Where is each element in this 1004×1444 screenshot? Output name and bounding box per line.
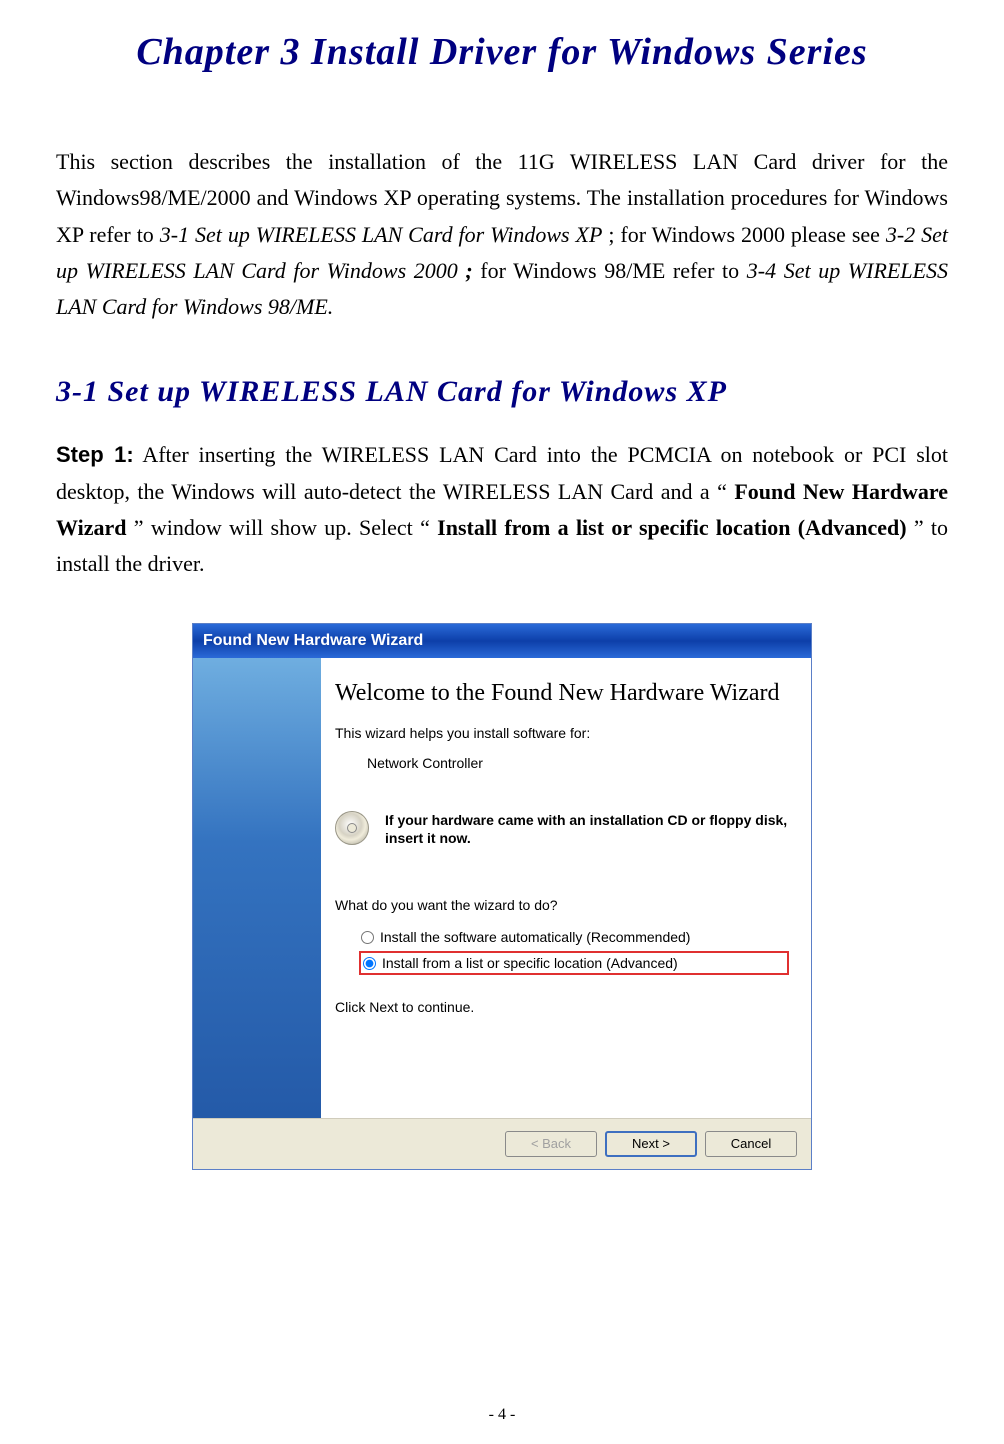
- wizard-cd-instruction: If your hardware came with an installati…: [385, 811, 789, 847]
- wizard-help-text: This wizard helps you install software f…: [335, 725, 789, 741]
- wizard-question: What do you want the wizard to do?: [335, 897, 789, 913]
- step-text: ” window will show up. Select “: [134, 515, 430, 540]
- intro-text: for Windows 98/ME refer to: [480, 258, 746, 283]
- intro-text: ; for Windows 2000 please see: [608, 222, 886, 247]
- wizard-title: Found New Hardware Wizard: [203, 632, 423, 650]
- radio-auto-install[interactable]: Install the software automatically (Reco…: [359, 927, 789, 947]
- step-label: Step 1:: [56, 442, 134, 467]
- section-title: 3-1 Set up WIRELESS LAN Card for Windows…: [56, 375, 948, 409]
- radio-auto-label: Install the software automatically (Reco…: [380, 929, 690, 945]
- cd-icon: [335, 811, 377, 853]
- wizard-heading: Welcome to the Found New Hardware Wizard: [335, 680, 789, 708]
- intro-paragraph: This section describes the installation …: [56, 144, 948, 325]
- found-new-hardware-wizard-dialog: Found New Hardware Wizard Welcome to the…: [192, 623, 812, 1170]
- wizard-continue-text: Click Next to continue.: [335, 999, 789, 1015]
- wizard-titlebar[interactable]: Found New Hardware Wizard: [193, 624, 811, 658]
- wizard-device-name: Network Controller: [367, 755, 789, 771]
- step-1-paragraph: Step 1: After inserting the WIRELESS LAN…: [56, 437, 948, 582]
- wizard-sidebar-image: [193, 658, 321, 1118]
- intro-sep: ;: [465, 258, 480, 283]
- radio-auto-input[interactable]: [361, 931, 374, 944]
- chapter-title: Chapter 3 Install Driver for Windows Ser…: [56, 30, 948, 74]
- wizard-button-bar: < Back Next > Cancel: [193, 1118, 811, 1169]
- cancel-button[interactable]: Cancel: [705, 1131, 797, 1157]
- radio-specific-label: Install from a list or specific location…: [382, 955, 678, 971]
- next-button[interactable]: Next >: [605, 1131, 697, 1157]
- radio-specific-input[interactable]: [363, 957, 376, 970]
- back-button: < Back: [505, 1131, 597, 1157]
- radio-specific-location[interactable]: Install from a list or specific location…: [359, 951, 789, 975]
- page-number: - 4 -: [0, 1406, 1004, 1424]
- step-bold: Install from a list or specific location…: [437, 515, 906, 540]
- intro-ref-1: 3-1 Set up WIRELESS LAN Card for Windows…: [160, 222, 603, 247]
